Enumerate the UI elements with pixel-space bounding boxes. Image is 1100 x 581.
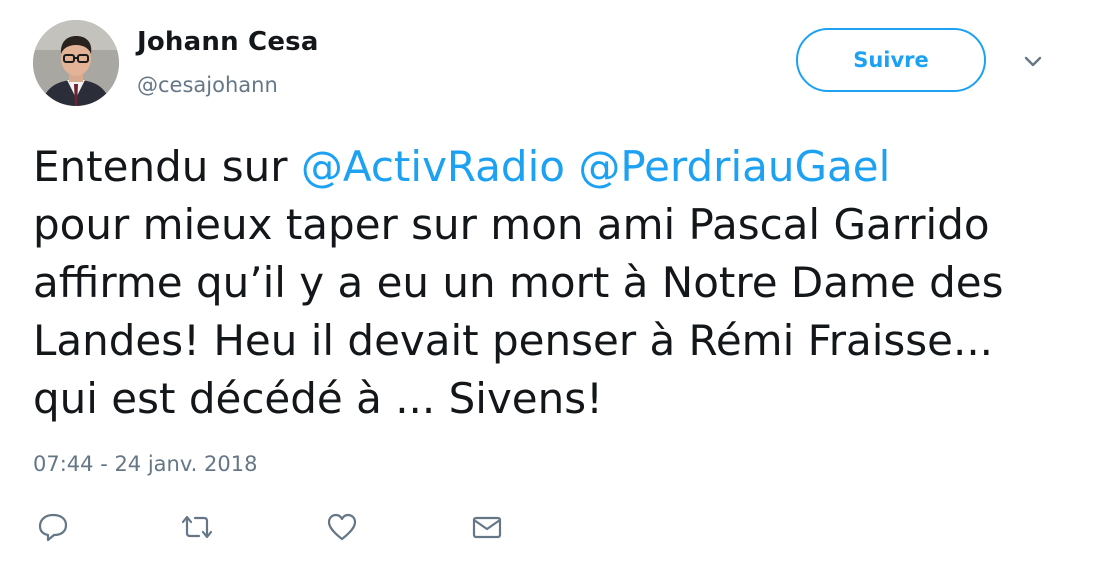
tweet-line: pour mieux taper sur mon ami Pascal Garr…	[33, 200, 990, 249]
tweet-line: qui est décédé à ... Sivens!	[33, 374, 603, 423]
envelope-icon[interactable]	[471, 512, 503, 542]
heart-icon[interactable]	[326, 512, 358, 542]
tweet-timestamp[interactable]: 07:44 - 24 janv. 2018	[33, 452, 257, 476]
mention-link[interactable]: @PerdriauGael	[578, 142, 890, 191]
chevron-down-icon[interactable]	[1020, 52, 1046, 72]
tweet-line: Entendu sur @ActivRadio @PerdriauGael	[33, 138, 1083, 196]
tweet-line: affirme qu’il y a eu un mort à Notre Dam…	[33, 258, 1004, 307]
follow-button[interactable]: Suivre	[796, 28, 986, 92]
tweet-line: Landes! Heu il devait penser à Rémi Frai…	[33, 316, 994, 365]
author-name[interactable]: Johann Cesa	[137, 27, 319, 57]
reply-icon[interactable]	[37, 512, 69, 542]
author-handle[interactable]: @cesajohann	[137, 73, 278, 97]
avatar[interactable]	[33, 20, 119, 106]
mention-link[interactable]: @ActivRadio	[301, 142, 565, 191]
tweet-card: Johann Cesa @cesajohann Suivre Entendu s…	[0, 0, 1100, 581]
retweet-icon[interactable]	[179, 512, 213, 542]
tweet-line-text: Entendu sur	[33, 142, 301, 191]
tweet-text: Entendu sur @ActivRadio @PerdriauGael po…	[33, 138, 1083, 428]
